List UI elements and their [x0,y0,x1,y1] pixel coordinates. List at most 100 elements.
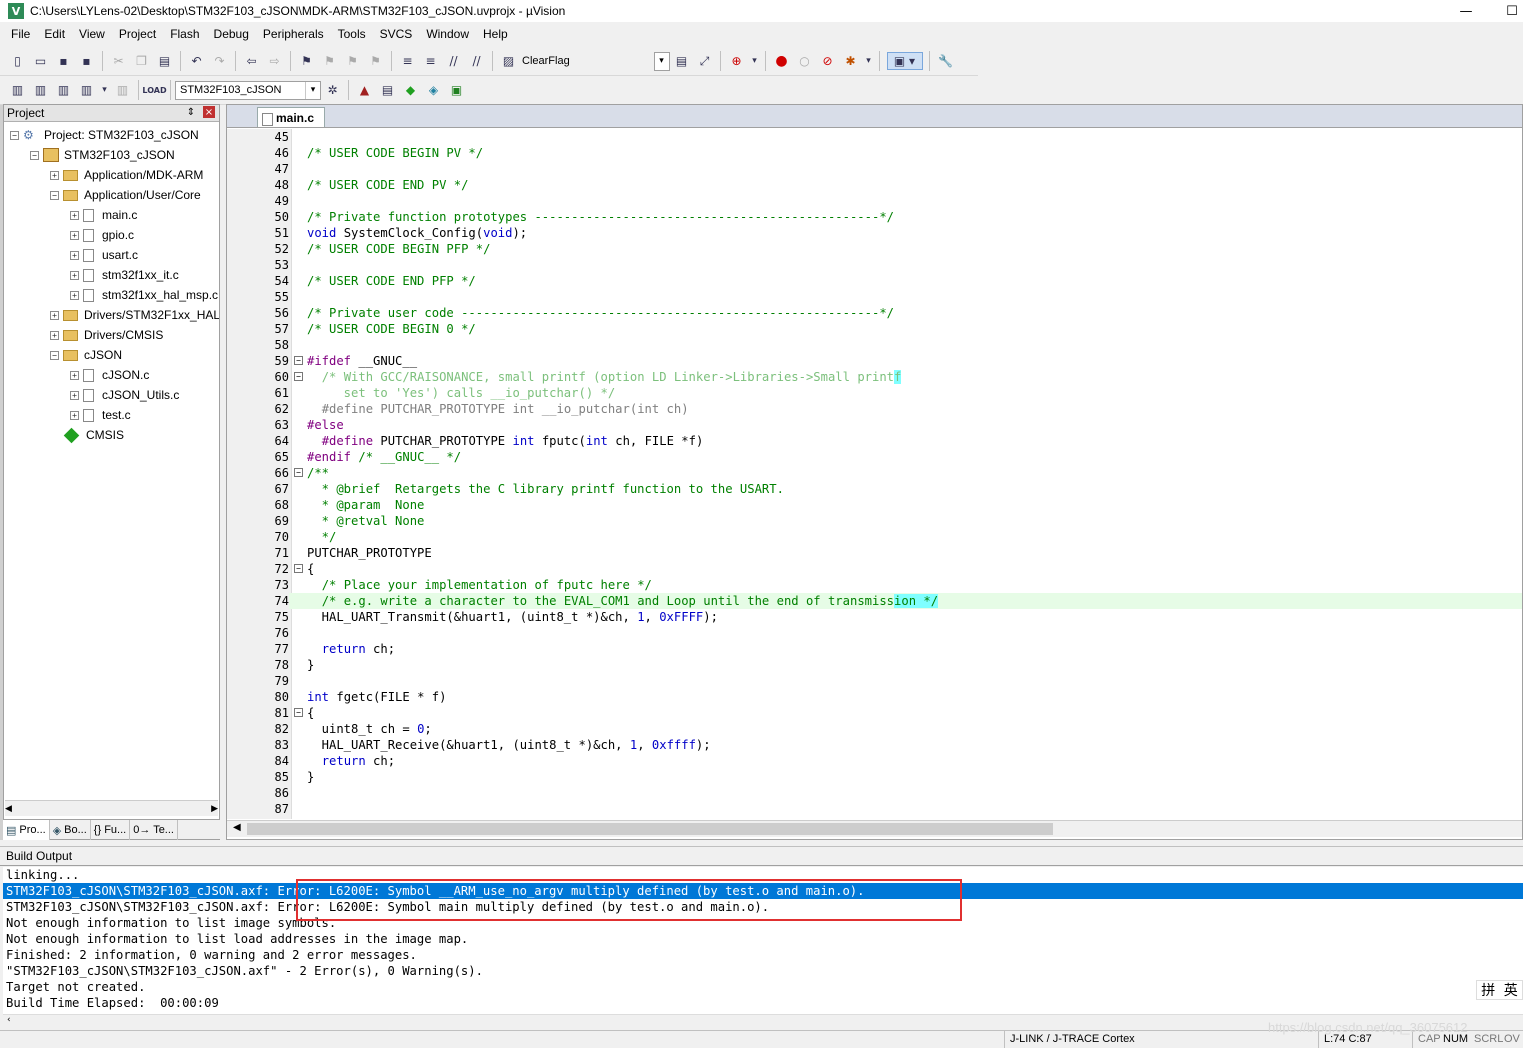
tree-node[interactable]: −cJSON [50,345,122,365]
new-file-icon[interactable]: ▯ [9,52,27,70]
tree-node[interactable]: +gpio.c [70,225,134,245]
manage-runtime-icon[interactable]: ◆ [402,81,420,99]
next-bookmark-icon[interactable]: ⚑ [344,52,362,70]
code-line[interactable]: 69 * @retval None [227,513,1522,529]
code-line[interactable]: 48/* USER CODE END PV */ [227,177,1522,193]
package-icon[interactable]: ▣ [448,81,466,99]
scroll-right-icon[interactable]: ▶ [211,804,218,814]
close-panel-icon[interactable]: × [203,106,215,118]
code-line[interactable]: 80int fgetc(FILE * f) [227,689,1522,705]
code-line[interactable]: 79 [227,673,1522,689]
find-text-value[interactable]: ClearFlag [522,55,650,67]
code-line[interactable]: 62 #define PUTCHAR_PROTOTYPE int __io_pu… [227,401,1522,417]
ime-indicator[interactable]: 拼 英 [1476,980,1523,1000]
expand-icon[interactable]: + [70,391,79,400]
configure-icon[interactable]: 🔧 [937,52,955,70]
code-line[interactable]: 81−{ [227,705,1522,721]
code-area[interactable]: 4546/* USER CODE BEGIN PV */4748/* USER … [227,129,1522,819]
code-line[interactable]: 73 /* Place your implementation of fputc… [227,577,1522,593]
code-line[interactable]: 57/* USER CODE BEGIN 0 */ [227,321,1522,337]
code-line[interactable]: 60− /* With GCC/RAISONANCE, small printf… [227,369,1522,385]
download-icon[interactable]: LOAD [146,81,164,99]
menu-peripherals[interactable]: Peripherals [256,27,331,41]
tree-node[interactable]: +Drivers/CMSIS [50,325,163,345]
expand-icon[interactable]: + [70,291,79,300]
code-line[interactable]: 61 set to 'Yes') calls __io_putchar() */ [227,385,1522,401]
breakpoint-icon[interactable]: ● [773,52,791,70]
expand-icon[interactable]: + [50,171,59,180]
tab-project[interactable]: ▤Pro... [3,820,50,840]
tree-node[interactable]: +stm32f1xx_hal_msp.c [70,285,218,305]
build-output-panel[interactable]: linking...STM32F103_cJSON\STM32F103_cJSO… [3,867,1523,1027]
prev-bookmark-icon[interactable]: ⚑ [321,52,339,70]
build-output-line[interactable]: Finished: 2 information, 0 warning and 2… [3,947,1523,963]
maximize-button[interactable]: ☐ [1489,0,1523,22]
code-line[interactable]: 54/* USER CODE END PFP */ [227,273,1522,289]
code-line[interactable]: 82 uint8_t ch = 0; [227,721,1522,737]
collapse-icon[interactable]: − [30,151,39,160]
tree-node[interactable]: +usart.c [70,245,138,265]
menu-window[interactable]: Window [419,27,476,41]
menu-help[interactable]: Help [476,27,515,41]
code-line[interactable]: 50/* Private function prototypes -------… [227,209,1522,225]
scroll-left-icon[interactable]: ‹ [7,1015,11,1025]
tree-node[interactable]: +cJSON.c [70,365,149,385]
redo-icon[interactable]: ↷ [211,52,229,70]
translate-icon[interactable]: ▥ [9,81,27,99]
tree-node[interactable]: −STM32F103_cJSON [30,145,175,165]
fold-toggle-icon[interactable]: − [294,564,303,573]
code-line[interactable]: 72−{ [227,561,1522,577]
code-line[interactable]: 49 [227,193,1522,209]
tree-node[interactable]: +cJSON_Utils.c [70,385,179,405]
collapse-icon[interactable]: − [10,131,19,140]
expand-icon[interactable]: + [70,251,79,260]
code-line[interactable]: 66−/** [227,465,1522,481]
tab-functions[interactable]: {} Fu... [91,820,130,840]
scrollbar-thumb[interactable] [247,823,1053,835]
debug-session-icon[interactable]: ⊕ [728,52,746,70]
navigate-forward-icon[interactable]: ⇨ [266,52,284,70]
code-line[interactable]: 67 * @brief Retargets the C library prin… [227,481,1522,497]
select-packs-icon[interactable]: ▤ [379,81,397,99]
expand-icon[interactable]: + [70,231,79,240]
tab-books[interactable]: ◈Bo... [50,820,91,840]
batch-build-icon[interactable]: ▥ [78,81,96,99]
copy-icon[interactable]: ❐ [133,52,151,70]
code-line[interactable]: 75 HAL_UART_Transmit(&huart1, (uint8_t *… [227,609,1522,625]
stop-build-icon[interactable]: ▥ [114,81,132,99]
disable-breakpoint-icon[interactable]: ○ [796,52,814,70]
tree-node[interactable]: −Application/User/Core [50,185,201,205]
fold-toggle-icon[interactable]: − [294,372,303,381]
clear-bookmarks-icon[interactable]: ⚑ [367,52,385,70]
incremental-find-icon[interactable]: ⤢ [696,52,714,70]
collapse-icon[interactable]: − [50,191,59,200]
rebuild-icon[interactable]: ▥ [55,81,73,99]
code-line[interactable]: 46/* USER CODE BEGIN PV */ [227,145,1522,161]
build-output-line[interactable]: "STM32F103_cJSON\STM32F103_cJSON.axf" - … [3,963,1523,979]
tree-node[interactable]: +test.c [70,405,131,425]
menu-view[interactable]: View [72,27,112,41]
tab-templates[interactable]: 0→ Te... [130,820,178,840]
code-line[interactable]: 83 HAL_UART_Receive(&huart1, (uint8_t *)… [227,737,1522,753]
editor-horizontal-scrollbar[interactable]: ◀ [227,820,1522,837]
ime-pinyin[interactable]: 拼 [1481,980,1495,1000]
uncomment-icon[interactable]: // [468,52,486,70]
code-line[interactable]: 74 /* e.g. write a character to the EVAL… [227,593,1522,609]
disable-all-breakpoints-icon[interactable]: ⊘ [819,52,837,70]
pin-icon[interactable]: ⇕ [185,106,197,118]
tree-node[interactable]: +main.c [70,205,137,225]
expand-icon[interactable]: + [50,311,59,320]
code-line[interactable]: 70 */ [227,529,1522,545]
code-line[interactable]: 84 return ch; [227,753,1522,769]
tree-node[interactable]: +Drivers/STM32F1xx_HAL [50,305,219,325]
fold-toggle-icon[interactable]: − [294,468,303,477]
scroll-left-icon[interactable]: ◀ [5,804,12,814]
code-line[interactable]: 68 * @param None [227,497,1522,513]
build-output-line[interactable]: Target not created. [3,979,1523,995]
code-line[interactable]: 51void SystemClock_Config(void); [227,225,1522,241]
menu-debug[interactable]: Debug [207,27,256,41]
code-line[interactable]: 52/* USER CODE BEGIN PFP */ [227,241,1522,257]
menu-tools[interactable]: Tools [331,27,373,41]
code-line[interactable]: 56/* Private user code -----------------… [227,305,1522,321]
fold-toggle-icon[interactable]: − [294,356,303,365]
